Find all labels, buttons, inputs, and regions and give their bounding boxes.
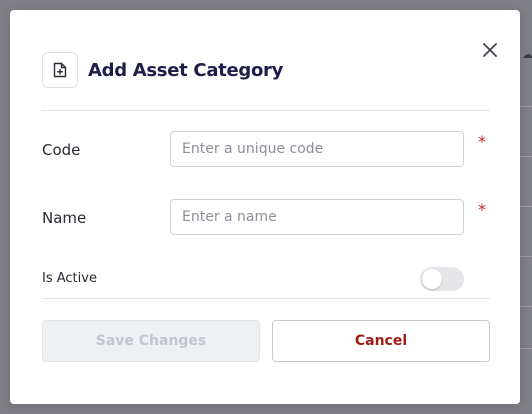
background-cloud-icon: ☁	[522, 48, 532, 61]
close-icon	[483, 43, 497, 57]
header-divider	[42, 110, 490, 111]
name-label: Name	[42, 209, 87, 227]
background-divider	[518, 348, 532, 349]
code-input[interactable]	[170, 131, 464, 167]
background-divider	[518, 106, 532, 107]
name-required-mark: *	[478, 200, 486, 219]
name-input[interactable]	[170, 199, 464, 235]
save-changes-button[interactable]: Save Changes	[42, 320, 260, 362]
toggle-knob	[422, 269, 442, 289]
code-required-mark: *	[478, 132, 486, 151]
background-divider	[518, 256, 532, 257]
close-button[interactable]	[480, 40, 500, 60]
file-plus-icon	[42, 52, 78, 88]
add-asset-category-dialog: Add Asset Category Code * Name * Is Acti…	[10, 10, 520, 404]
background-divider	[518, 206, 532, 207]
cancel-button[interactable]: Cancel	[272, 320, 490, 362]
dialog-title: Add Asset Category	[88, 59, 284, 81]
footer-divider	[42, 298, 490, 299]
background-divider	[518, 156, 532, 157]
is-active-toggle[interactable]	[420, 267, 464, 291]
dialog-header: Add Asset Category	[42, 52, 283, 88]
background-divider	[518, 306, 532, 307]
code-label: Code	[42, 141, 81, 159]
is-active-label: Is Active	[42, 271, 97, 286]
